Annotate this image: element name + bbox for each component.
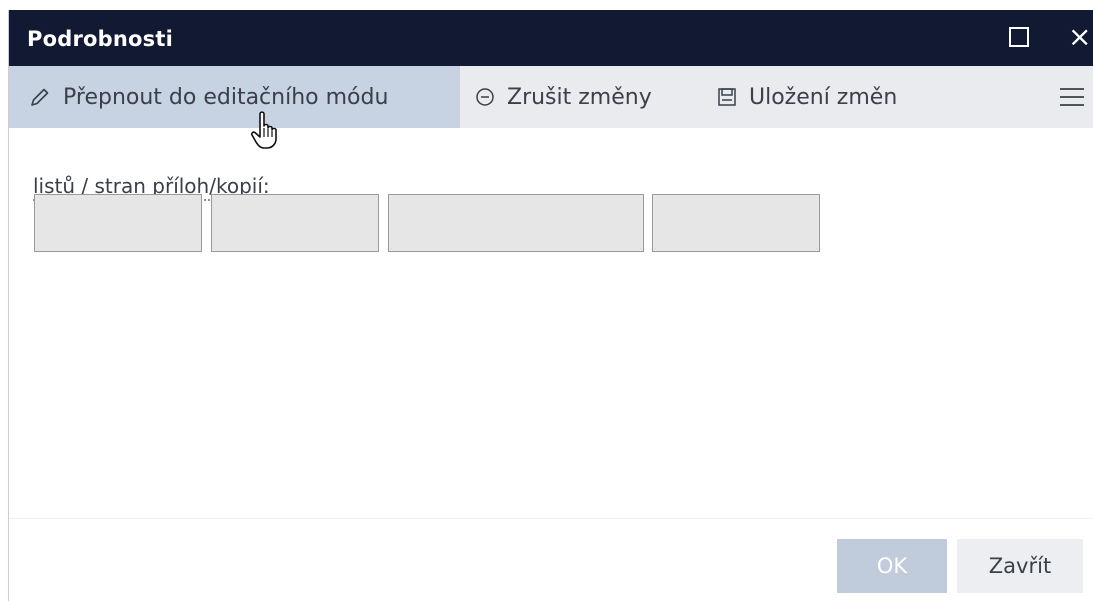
ok-button[interactable]: OK — [837, 539, 947, 593]
minus-circle-icon — [476, 88, 494, 106]
pencil-icon — [31, 88, 49, 106]
cancel-changes-label: Zrušit změny — [507, 84, 652, 110]
dialog-footer: OK Zavřít — [9, 518, 1093, 602]
attachments-input-3[interactable] — [388, 194, 644, 252]
edit-mode-label: Přepnout do editačního módu — [63, 84, 389, 110]
dialog-titlebar: Podrobnosti × — [9, 10, 1093, 66]
dialog-content: listů / stran příloh/kopií: — [9, 128, 1093, 518]
edit-mode-button[interactable]: Přepnout do editačního módu — [9, 66, 460, 128]
cancel-changes-button[interactable]: Zrušit změny — [475, 66, 652, 128]
attachments-input-1[interactable] — [34, 194, 202, 252]
dialog-title: Podrobnosti — [27, 27, 173, 51]
attachments-input-4[interactable] — [652, 194, 820, 252]
attachments-input-2[interactable] — [211, 194, 379, 252]
dialog-toolbar: Přepnout do editačního módu Zrušit změny… — [9, 66, 1093, 128]
floppy-disk-icon — [718, 88, 736, 106]
close-icon[interactable]: × — [1068, 22, 1093, 52]
menu-button[interactable] — [1059, 66, 1093, 128]
save-changes-label: Uložení změn — [749, 84, 898, 110]
hamburger-menu-icon — [1060, 88, 1084, 106]
maximize-icon[interactable] — [1009, 27, 1029, 47]
details-dialog: Podrobnosti × Přepnout do editačního mód… — [8, 10, 1093, 602]
save-changes-button[interactable]: Uložení změn — [717, 66, 897, 128]
close-button[interactable]: Zavřít — [957, 539, 1083, 593]
